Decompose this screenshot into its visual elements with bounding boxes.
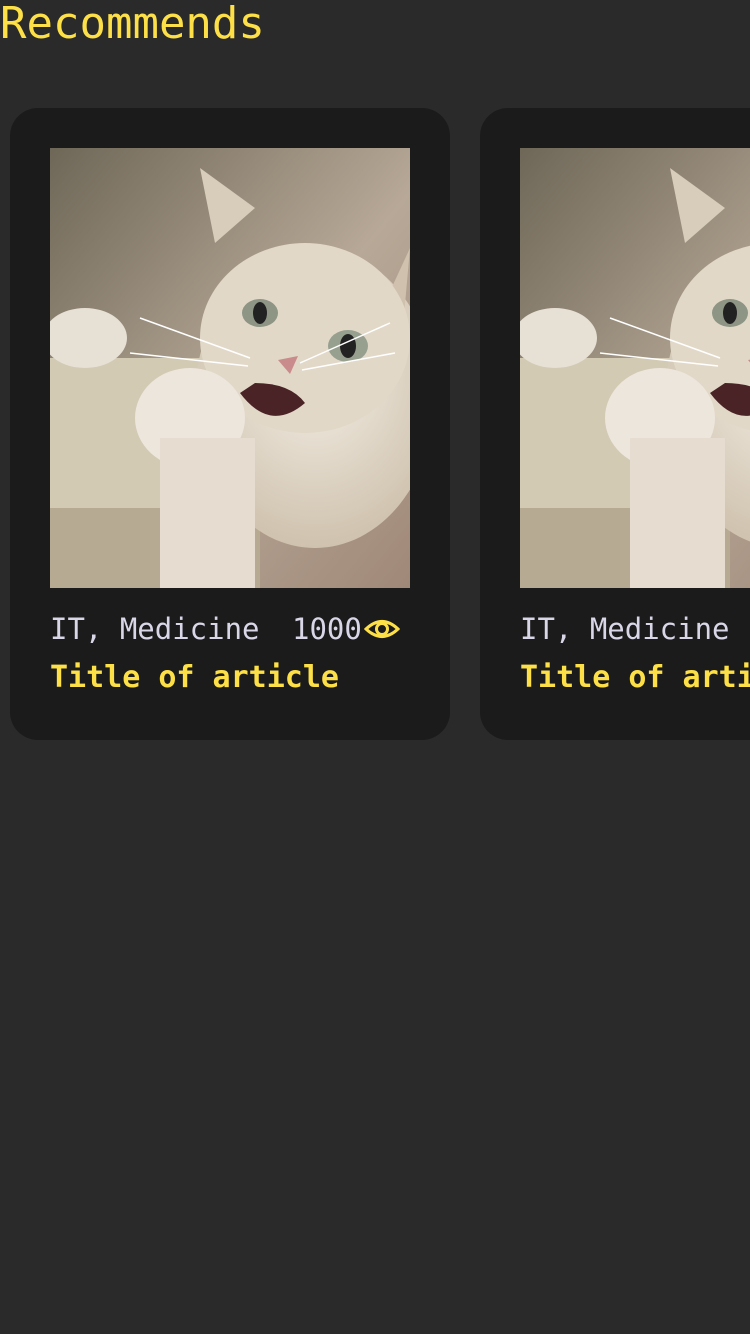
recommend-carousel[interactable]: IT, Medicine 1000 Title of article IT, M… <box>10 108 750 740</box>
article-title[interactable]: Title of article <box>520 656 750 700</box>
card-meta: IT, Medicine 1000 <box>50 608 410 650</box>
article-title[interactable]: Title of article <box>50 656 430 700</box>
card-meta: IT, Medicine 1000 <box>520 608 750 650</box>
view-count: 1000 <box>292 612 362 646</box>
eye-icon <box>363 616 400 642</box>
section-title: Recommends <box>0 0 265 49</box>
cat-photo <box>520 148 750 588</box>
card-tags: IT, Medicine <box>520 612 730 646</box>
cat-photo <box>50 148 410 588</box>
recommends-screen: Recommends IT, Medicine 1000 Title of ar… <box>0 0 750 1334</box>
article-card[interactable]: IT, Medicine 1000 Title of article <box>480 108 750 740</box>
card-tags: IT, Medicine <box>50 612 260 646</box>
article-card[interactable]: IT, Medicine 1000 Title of article <box>10 108 450 740</box>
